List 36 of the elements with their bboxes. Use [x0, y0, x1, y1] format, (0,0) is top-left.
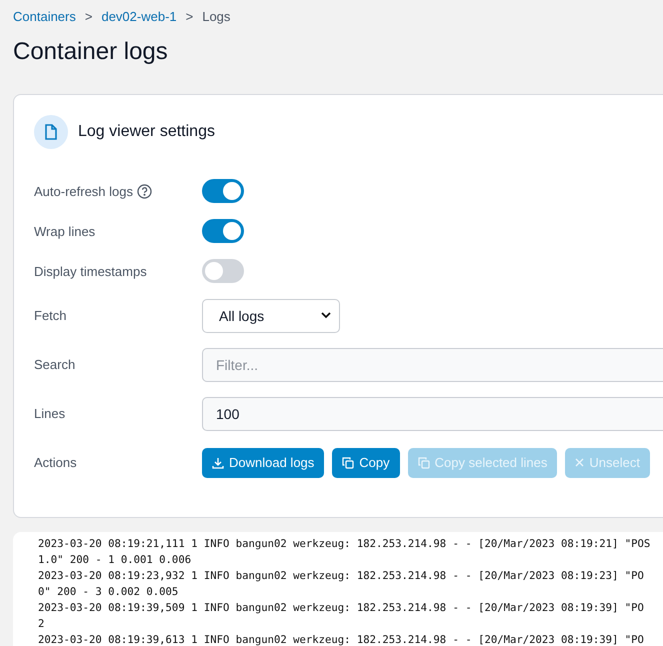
document-icon	[34, 115, 68, 149]
action-button[interactable]: Copy	[332, 448, 400, 478]
card-title: Log viewer settings	[78, 123, 215, 141]
breadcrumb-separator: >	[186, 8, 194, 24]
log-line: 2	[38, 617, 46, 632]
setting-label: Search	[34, 357, 76, 372]
log-line: 2023-03-20 08:19:39,509 1 INFO bangun02 werkzeug: 182.253.214.98 - - [20/Mar/2023 08:19:39] "PO	[38, 601, 645, 616]
toggle-switch[interactable]	[202, 259, 244, 283]
setting-label: Fetch	[34, 308, 67, 323]
close-icon	[575, 458, 584, 467]
chevron-down-icon	[321, 312, 331, 319]
help-icon[interactable]	[137, 184, 152, 198]
log-line: 2023-03-20 08:19:23,932 1 INFO bangun02 werkzeug: 182.253.214.98 - - [20/Mar/2023 08:19:23] "PO	[38, 569, 645, 584]
setting-label: Lines	[34, 406, 66, 421]
log-line: 0" 200 - 3 0.002 0.005	[38, 585, 180, 600]
copy-icon	[418, 456, 430, 468]
breadcrumb-link[interactable]: dev02-web-1	[101, 8, 177, 24]
toggle-switch[interactable]	[202, 179, 244, 203]
breadcrumb-current: Logs	[202, 8, 230, 24]
setting-label: Display timestamps	[34, 264, 147, 278]
copy-icon	[342, 456, 354, 468]
download-icon	[212, 456, 224, 468]
setting-label: Auto-refresh logs	[34, 184, 133, 198]
setting-label: Actions	[34, 455, 77, 470]
breadcrumb-link[interactable]: Containers	[13, 8, 76, 24]
log-line: 2023-03-20 08:19:21,111 1 INFO bangun02 werkzeug: 182.253.214.98 - - [20/Mar/2023 08:19:21] "POS	[38, 537, 652, 552]
breadcrumb-separator: >	[84, 8, 92, 24]
input-field[interactable]: 100	[202, 396, 663, 430]
page-title: Container logs	[13, 38, 169, 67]
log-line: 1.0" 200 - 1 0.001 0.006	[38, 553, 192, 568]
setting-label: Wrap lines	[34, 224, 96, 238]
input-field[interactable]: Filter...	[202, 348, 663, 382]
action-button[interactable]: Download logs	[202, 448, 324, 478]
fetch-select[interactable]: All logs	[202, 298, 340, 332]
log-line: 2023-03-20 08:19:39,613 1 INFO bangun02 werkzeug: 182.253.214.98 - - [20/Mar/2023 08:19:39] "PO	[38, 633, 645, 646]
toggle-switch[interactable]	[202, 219, 244, 243]
